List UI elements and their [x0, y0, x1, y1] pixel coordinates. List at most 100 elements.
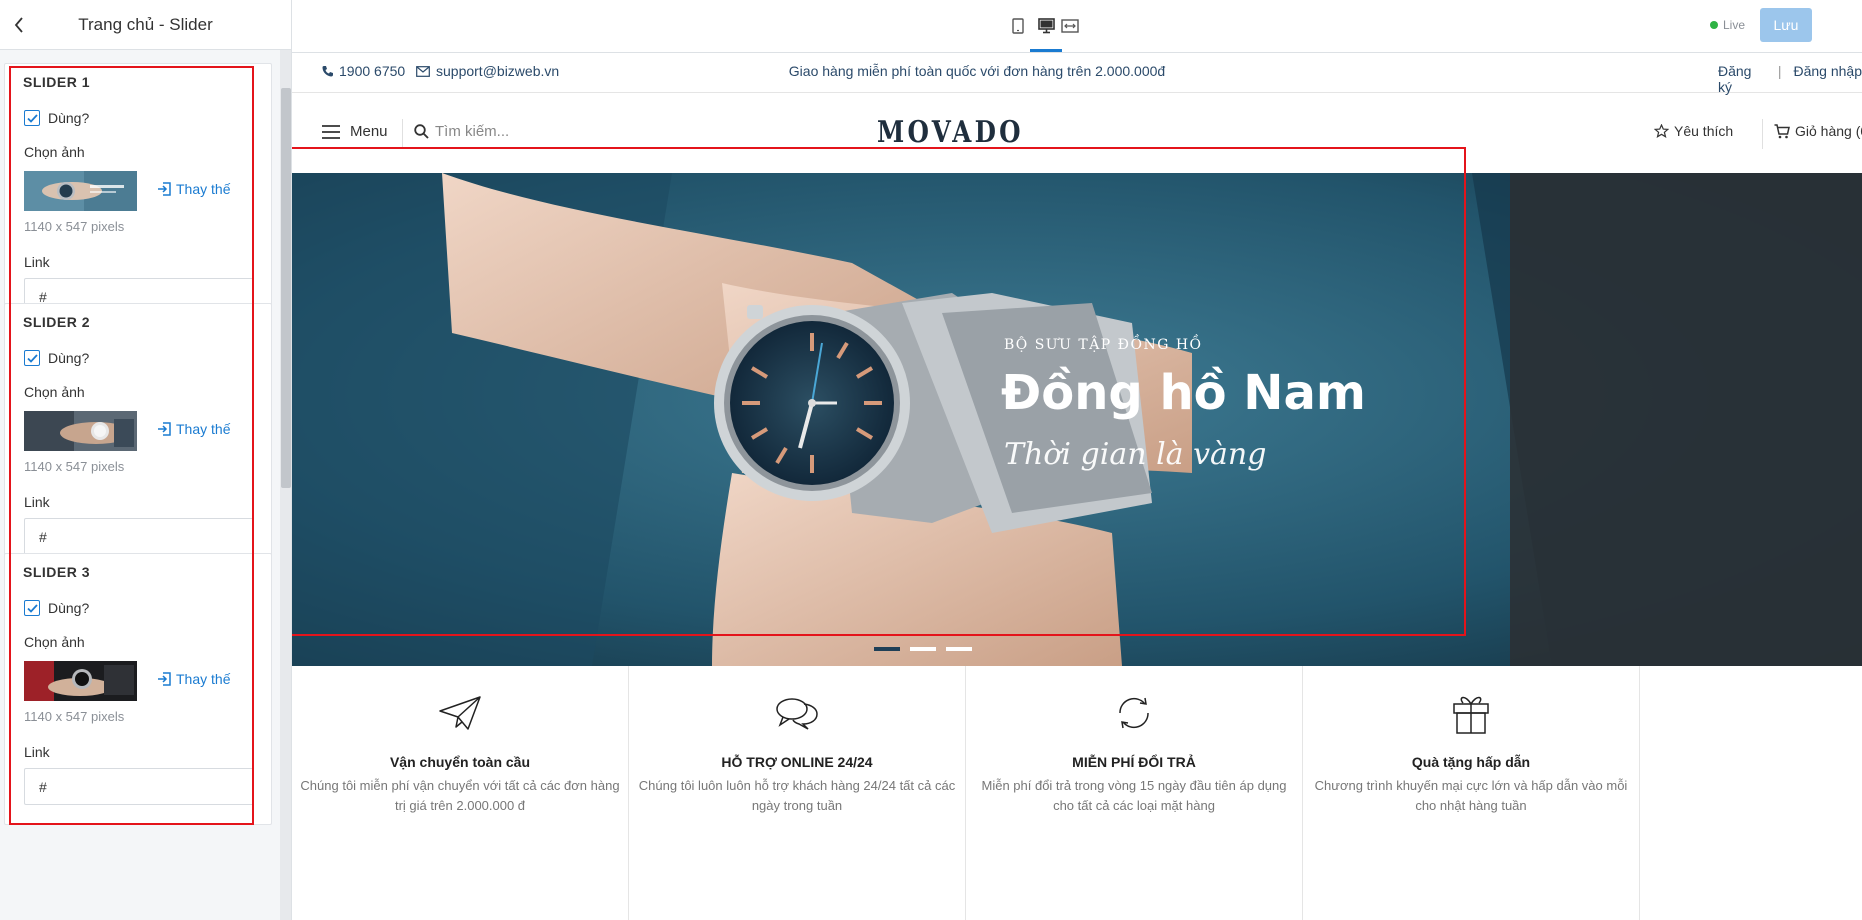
hero-subtitle: BỘ SƯU TẬP ĐỒNG HỒ [1004, 337, 1203, 353]
hero-title: Đồng hồ Nam [1001, 365, 1366, 421]
checkbox-box[interactable] [24, 110, 40, 126]
slider-heading: SLIDER 2 [23, 314, 91, 330]
hero-script: Thời gian là vàng [1004, 437, 1267, 472]
replace-label: Thay thế [176, 671, 231, 687]
login-link[interactable]: Đăng nhập [1793, 63, 1862, 95]
image-dimensions: 1140 x 547 pixels [24, 709, 125, 724]
replace-image-button[interactable]: Thay thế [157, 671, 230, 687]
wishlist-link[interactable]: Yêu thích [1654, 123, 1733, 139]
enable-checkbox[interactable]: Dùng? [24, 110, 89, 126]
account-separator: | [1777, 63, 1782, 79]
link-label: Link [24, 744, 50, 760]
active-device-indicator [1030, 49, 1062, 52]
menu-label: Menu [350, 123, 388, 140]
feature-desc: Chương trình khuyến mại cực lớn và hấp d… [1314, 778, 1628, 813]
hero-slider[interactable]: BỘ SƯU TẬP ĐỒNG HỒ Đồng hồ Nam Thời gian… [292, 173, 1862, 666]
checkmark-icon [26, 113, 38, 123]
account-links: Đăng ký | Đăng nhập [1718, 63, 1862, 95]
feature-card: HỖ TRỢ ONLINE 24/24 Chúng tôi luôn luôn … [629, 666, 966, 920]
cart-label: Giỏ hàng (0) [1795, 123, 1862, 139]
refresh-icon [966, 692, 1302, 734]
replace-icon [158, 422, 171, 436]
menu-button[interactable]: Menu [322, 123, 388, 140]
feature-card: Quà tặng hấp dẫn Chương trình khuyến mại… [1303, 666, 1640, 920]
replace-image-button[interactable]: Thay thế [157, 421, 230, 437]
hamburger-icon [322, 124, 340, 139]
link-input[interactable] [24, 768, 254, 805]
desktop-icon [1037, 18, 1055, 34]
top-info-bar: 1900 6750 support@bizweb.vn Giao hàng mi… [292, 53, 1862, 95]
register-link[interactable]: Đăng ký [1718, 63, 1766, 95]
image-label: Chọn ảnh [24, 634, 85, 650]
enable-checkbox[interactable]: Dùng? [24, 350, 89, 366]
sidebar-scrollbar-thumb[interactable] [281, 88, 291, 488]
link-label: Link [24, 494, 50, 510]
settings-sidebar: Trang chủ - Slider SLIDER 1 Dùng? Chọn ả… [0, 0, 292, 920]
sidebar-header: Trang chủ - Slider [0, 0, 291, 50]
slider-dot[interactable] [874, 647, 900, 651]
slide-thumbnail[interactable] [24, 171, 137, 211]
cart-icon [1774, 123, 1790, 138]
chevron-left-icon [14, 17, 23, 33]
feature-desc: Chúng tôi miễn phí vận chuyển với tất cả… [300, 778, 620, 813]
slide-thumbnail[interactable] [24, 411, 137, 451]
replace-icon [158, 182, 171, 196]
sidebar-scrollbar[interactable] [280, 50, 291, 920]
slider-heading: SLIDER 3 [23, 564, 91, 580]
wishlist-label: Yêu thích [1674, 123, 1734, 139]
store-logo[interactable]: MOVADO [413, 115, 1487, 150]
image-label: Chọn ảnh [24, 384, 85, 400]
replace-label: Thay thế [176, 421, 231, 437]
cart-link[interactable]: Giỏ hàng (0) [1774, 123, 1862, 139]
link-input[interactable] [24, 518, 254, 555]
mobile-view-button[interactable] [1006, 14, 1030, 38]
checkmark-icon [26, 353, 38, 363]
editor-toolbar: Live Lưu [292, 0, 1862, 53]
slider-dot[interactable] [946, 647, 972, 651]
image-dimensions: 1140 x 547 pixels [24, 459, 125, 474]
mobile-icon [1012, 18, 1024, 34]
image-dimensions: 1140 x 547 pixels [24, 219, 125, 234]
checkbox-label: Dùng? [48, 110, 90, 126]
replace-label: Thay thế [176, 181, 231, 197]
checkbox-box[interactable] [24, 350, 40, 366]
nav-divider [402, 119, 403, 149]
replace-icon [158, 672, 171, 686]
feature-desc: Chúng tôi luôn luôn hỗ trợ khách hàng 24… [638, 778, 956, 813]
back-button[interactable] [8, 13, 30, 37]
paper-plane-icon [292, 692, 628, 734]
slide-thumbnail[interactable] [24, 661, 137, 701]
sidebar-scroll-area[interactable]: SLIDER 1 Dùng? Chọn ảnh Thay thế 1140 x … [0, 50, 291, 920]
feature-title: Vận chuyển toàn cầu [389, 754, 531, 770]
live-status: Live [1710, 18, 1745, 32]
feature-title: Quà tặng hấp dẫn [1411, 754, 1531, 770]
feature-title: HỖ TRỢ ONLINE 24/24 [721, 754, 873, 770]
theme-editor: Trang chủ - Slider SLIDER 1 Dùng? Chọn ả… [0, 0, 1862, 920]
store-preview: 1900 6750 support@bizweb.vn Giao hàng mi… [292, 53, 1862, 920]
enable-checkbox[interactable]: Dùng? [24, 600, 89, 616]
feature-title: MIỄN PHÍ ĐỔI TRẢ [1072, 754, 1196, 770]
slider-card-3: SLIDER 3 Dùng? Chọn ảnh Thay thế 1140 x … [4, 553, 272, 825]
slider-card-1: SLIDER 1 Dùng? Chọn ảnh Thay thế 1140 x … [4, 63, 272, 335]
desktop-view-button[interactable] [1034, 14, 1058, 38]
chat-bubbles-icon [629, 692, 965, 734]
checkmark-icon [26, 603, 38, 613]
live-label: Live [1723, 18, 1746, 32]
sidebar-title: Trang chủ - Slider [78, 14, 213, 34]
feature-card: Vận chuyển toàn cầu Chúng tôi miễn phí v… [292, 666, 629, 920]
fullwidth-icon [1061, 19, 1079, 33]
save-button[interactable]: Lưu [1760, 8, 1812, 42]
gift-icon [1303, 692, 1639, 734]
replace-image-button[interactable]: Thay thế [157, 181, 230, 197]
checkbox-label: Dùng? [48, 350, 90, 366]
slider-dot[interactable] [910, 647, 936, 651]
image-label: Chọn ảnh [24, 144, 85, 160]
slider-dots [874, 647, 972, 651]
features-row: Vận chuyển toàn cầu Chúng tôi miễn phí v… [292, 666, 1862, 920]
slider-heading: SLIDER 1 [23, 74, 91, 90]
star-icon [1654, 124, 1669, 138]
link-label: Link [24, 254, 50, 270]
fullwidth-view-button[interactable] [1058, 14, 1082, 38]
feature-desc: Miễn phí đổi trả trong vòng 15 ngày đầu … [981, 778, 1287, 813]
checkbox-box[interactable] [24, 600, 40, 616]
